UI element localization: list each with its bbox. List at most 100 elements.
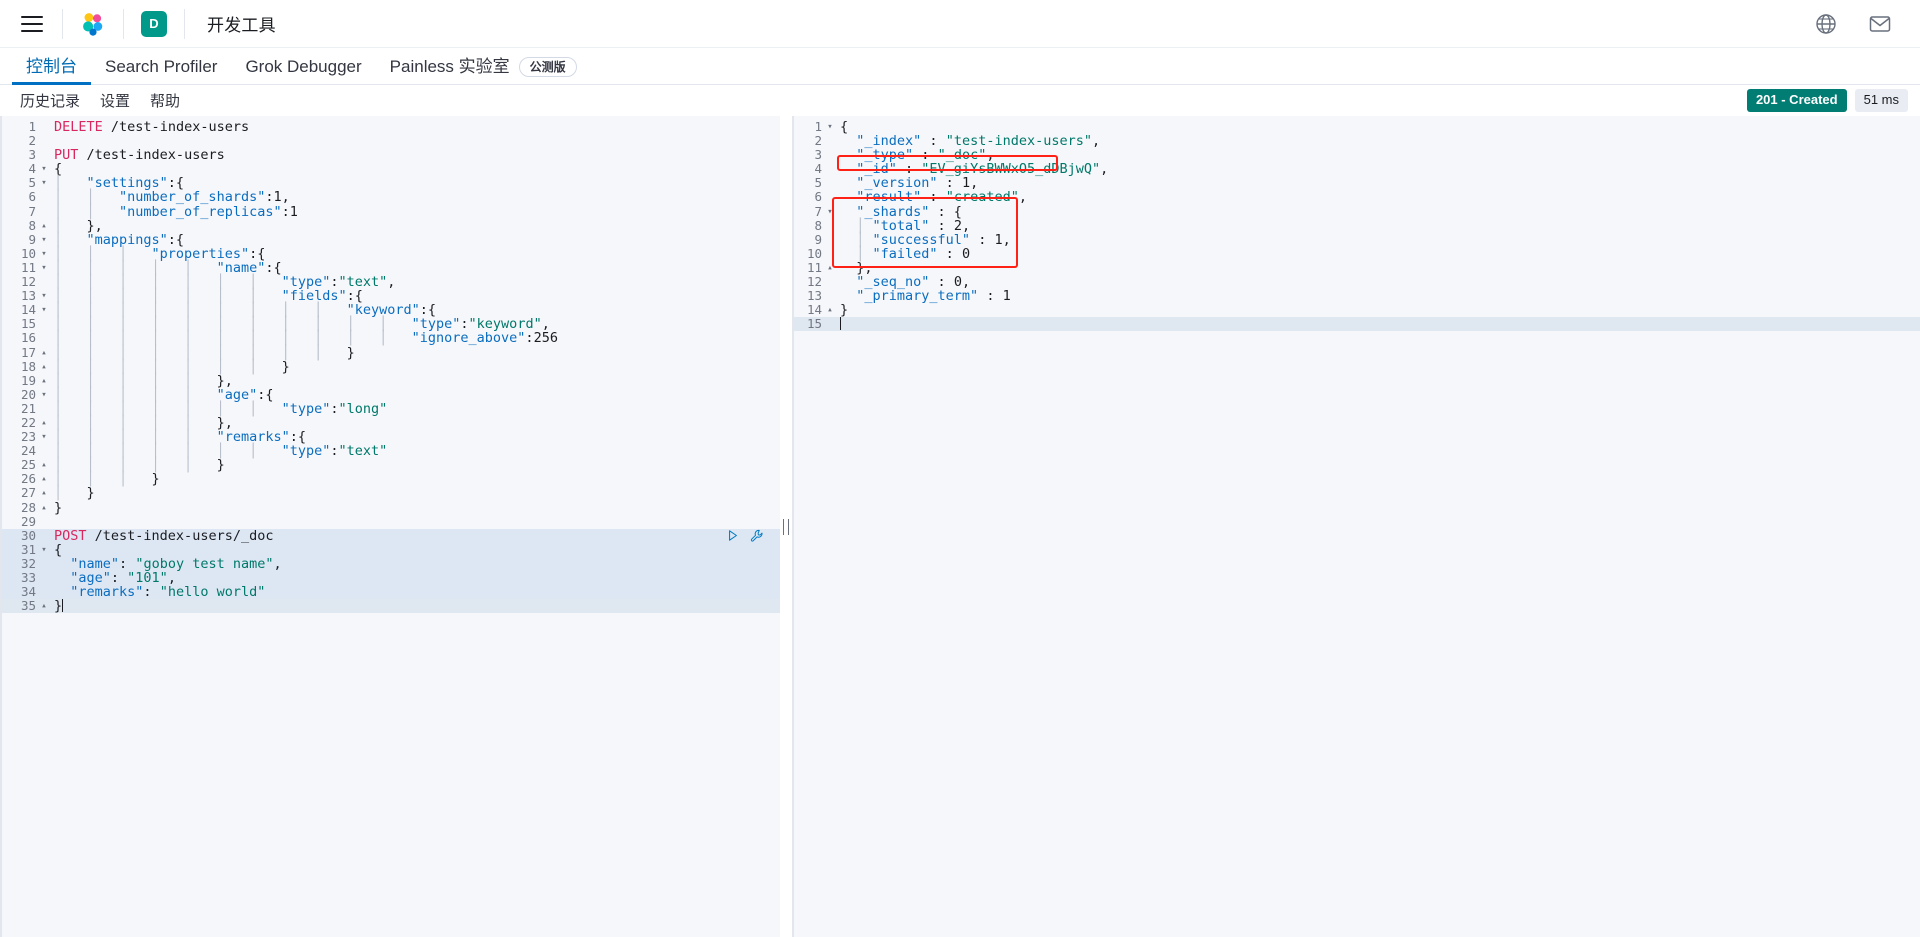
code-text: "remarks": "hello world" [70, 584, 266, 601]
code-line[interactable]: 10 ▾ │ │ │ "properties":{ [2, 246, 780, 261]
code-line[interactable]: 29 [2, 514, 780, 529]
fold-toggle-icon[interactable]: ▴ [38, 219, 50, 233]
fold-toggle-icon[interactable]: ▴ [38, 458, 50, 472]
line-number: 2 [814, 133, 822, 149]
pane-splitter[interactable] [780, 116, 792, 937]
code-line[interactable]: 27 ▴ │ } [2, 486, 780, 501]
code-line[interactable]: 35 ▴} [2, 599, 780, 614]
code-line[interactable]: 8 ▴ │ }, [2, 218, 780, 233]
fold-toggle-icon[interactable]: ▴ [38, 486, 50, 500]
fold-toggle-icon[interactable]: ▾ [38, 430, 50, 444]
code-line[interactable]: 30 POST /test-index-users/_doc [2, 528, 780, 543]
code-line[interactable]: 12 "_seq_no" : 0, [794, 274, 1920, 289]
fold-toggle-icon[interactable]: ▾ [38, 289, 50, 303]
toolbar-help-button[interactable]: 帮助 [140, 90, 190, 111]
code-line[interactable]: 22 ▴ │ │ │ │ │ }, [2, 415, 780, 430]
fold-toggle-icon[interactable]: ▴ [38, 416, 50, 430]
fold-toggle-icon[interactable]: ▾ [38, 303, 50, 317]
code-line[interactable]: 16 │ │ │ │ │ │ │ │ │ │ │ "ignore_above":2… [2, 331, 780, 346]
toolbar-history-button[interactable]: 历史记录 [10, 90, 90, 111]
code-line[interactable]: 11 ▴ }, [794, 260, 1920, 275]
help-menu-button[interactable] [1804, 2, 1848, 46]
code-line[interactable]: 26 ▴ │ │ │ } [2, 471, 780, 487]
code-line[interactable]: 4 "_id" : "EV_giYsBWWxO5_dDBjwQ", [794, 162, 1920, 177]
hamburger-menu-button[interactable] [10, 2, 54, 46]
toolbar-settings-button[interactable]: 设置 [90, 90, 140, 111]
code-line[interactable]: 10 │ "failed" : 0 [794, 246, 1920, 261]
line-number: 4 [28, 161, 36, 177]
code-line[interactable]: 31 ▾ { [2, 541, 780, 558]
code-line[interactable]: 15 [794, 317, 1920, 332]
fold-toggle-icon[interactable]: ▴ [38, 501, 50, 515]
code-line[interactable]: 1 DELETE /test-index-users [2, 119, 780, 134]
fold-toggle-icon[interactable]: ▾ [824, 120, 836, 134]
code-line[interactable]: 7 │ │ "number_of_replicas":1 [2, 203, 780, 219]
news-feed-button[interactable] [1858, 2, 1902, 46]
line-number: 11 [20, 259, 36, 275]
code-line[interactable]: 2 [2, 133, 780, 148]
code-text: │ │ │ │ │ "age":{ [54, 386, 274, 403]
fold-toggle-icon[interactable]: ▾ [38, 233, 50, 247]
line-number: 9 [814, 231, 822, 247]
fold-toggle-icon[interactable]: ▾ [38, 162, 50, 176]
fold-toggle-icon[interactable]: ▾ [38, 261, 50, 275]
code-line[interactable]: 18 ▴ │ │ │ │ │ │ │ } [2, 359, 780, 374]
code-line[interactable]: 12 │ │ │ │ │ │ │ "type":"text", [2, 274, 780, 289]
fold-toggle-icon[interactable]: ▾ [38, 247, 50, 261]
code-line[interactable]: 28 ▴} [2, 500, 780, 515]
code-line[interactable]: 9 │ "successful" : 1, [794, 231, 1920, 247]
code-text: { [54, 541, 63, 558]
fold-toggle-icon[interactable]: ▴ [38, 599, 50, 613]
code-line[interactable]: 6 "result" : "created", [794, 190, 1920, 205]
line-number: 3 [814, 147, 822, 163]
code-text: "_primary_term" : 1 [856, 288, 1011, 305]
code-line[interactable]: 9 ▾ │ "mappings":{ [2, 231, 780, 247]
code-line[interactable]: 7 ▾ "_shards" : { [794, 203, 1920, 220]
code-line[interactable]: 6 │ │ "number_of_shards":1, [2, 190, 780, 205]
code-line[interactable]: 8 │ "total" : 2, [794, 218, 1920, 233]
play-icon[interactable] [727, 529, 739, 542]
tab-grok-debugger[interactable]: Grok Debugger [231, 58, 375, 84]
code-line[interactable]: 2 "_index" : "test-index-users", [794, 133, 1920, 149]
code-line[interactable]: 1 ▾ { [794, 119, 1920, 134]
code-line[interactable]: 5 "_version" : 1, [794, 176, 1920, 191]
line-number: 15 [20, 316, 36, 332]
code-line[interactable]: 19 ▴ │ │ │ │ │ }, [2, 372, 780, 388]
request-editor[interactable]: 1 DELETE /test-index-users 2 3 PUT /test-ind… [2, 116, 780, 937]
code-line[interactable]: 17 ▴ │ │ │ │ │ │ │ │ │ } [2, 344, 780, 360]
elastic-home-button[interactable] [71, 2, 115, 46]
fold-toggle-icon[interactable]: ▾ [824, 205, 836, 219]
code-line[interactable]: 14 ▴} [794, 303, 1920, 318]
tab-search-profiler[interactable]: Search Profiler [91, 58, 231, 84]
line-number: 7 [28, 203, 36, 219]
code-line[interactable]: 3 "_type" : "_doc", [794, 147, 1920, 163]
line-number: 17 [20, 344, 36, 360]
line-number: 26 [20, 471, 36, 487]
line-number: 9 [28, 231, 36, 247]
code-line[interactable]: 13 "_primary_term" : 1 [794, 288, 1920, 305]
fold-toggle-icon[interactable]: ▾ [38, 176, 50, 190]
code-line[interactable]: 20 ▾ │ │ │ │ │ "age":{ [2, 386, 780, 403]
tab-painless-lab[interactable]: Painless 实验室 公测版 [376, 55, 591, 84]
code-line[interactable]: 34 "remarks": "hello world" [2, 584, 780, 601]
code-line[interactable]: 11 ▾ │ │ │ │ │ "name":{ [2, 259, 780, 275]
fold-toggle-icon[interactable]: ▴ [824, 303, 836, 317]
response-editor-pane[interactable]: 1 ▾{2 "_index" : "test-index-users", 3 "_t… [792, 116, 1920, 937]
code-line[interactable]: 21 │ │ │ │ │ │ │ "type":"long" [2, 401, 780, 416]
code-line[interactable]: 33 "age": "101", [2, 570, 780, 586]
tab-console[interactable]: 控制台 [12, 58, 91, 85]
fold-toggle-icon[interactable]: ▾ [38, 543, 50, 557]
fold-toggle-icon[interactable]: ▾ [38, 388, 50, 402]
wrench-icon[interactable] [750, 529, 764, 543]
code-line[interactable]: 3 PUT /test-index-users [2, 148, 780, 163]
fold-toggle-icon[interactable]: ▴ [824, 261, 836, 275]
fold-toggle-icon[interactable]: ▴ [38, 346, 50, 360]
fold-toggle-icon[interactable]: ▴ [38, 360, 50, 374]
code-line[interactable]: 32 "name": "goboy test name", [2, 556, 780, 571]
fold-toggle-icon[interactable]: ▴ [38, 374, 50, 388]
line-number: 19 [20, 372, 36, 388]
code-text: "_shards" : { [856, 203, 962, 220]
fold-toggle-icon[interactable]: ▴ [38, 472, 50, 486]
space-switcher-button[interactable]: D [132, 2, 176, 46]
request-editor-pane[interactable]: 1 DELETE /test-index-users 2 3 PUT /test-ind… [0, 116, 780, 937]
